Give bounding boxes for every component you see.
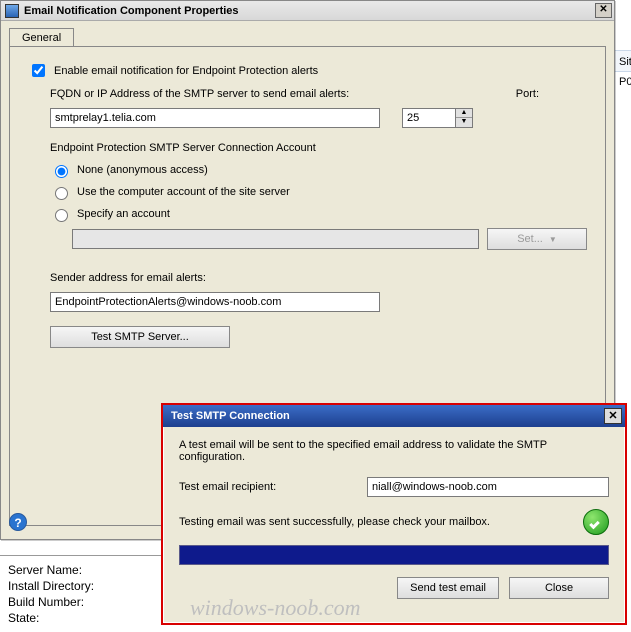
fqdn-input[interactable] xyxy=(50,108,380,128)
window-title: Email Notification Component Properties xyxy=(24,5,595,17)
chevron-down-icon[interactable]: ▼ xyxy=(456,118,472,127)
port-input[interactable] xyxy=(402,108,456,128)
close-icon[interactable]: ✕ xyxy=(595,3,612,18)
fqdn-label: FQDN or IP Address of the SMTP server to… xyxy=(50,88,349,100)
chevron-down-icon: ▼ xyxy=(549,235,557,244)
set-button-label: Set... xyxy=(517,233,543,245)
titlebar: Email Notification Component Properties … xyxy=(1,1,614,21)
sender-input[interactable] xyxy=(50,292,380,312)
account-input xyxy=(72,229,479,249)
recipient-input[interactable] xyxy=(367,477,609,497)
status-text: Testing email was sent successfully, ple… xyxy=(179,516,490,528)
radio-none-label: None (anonymous access) xyxy=(77,164,208,176)
test-dialog-message: A test email will be sent to the specifi… xyxy=(179,439,609,463)
progress-bar xyxy=(179,545,609,565)
app-icon xyxy=(5,4,19,18)
recipient-label: Test email recipient: xyxy=(179,481,359,493)
success-icon xyxy=(583,509,609,535)
test-dialog-titlebar: Test SMTP Connection ✕ xyxy=(163,405,625,427)
enable-email-label: Enable email notification for Endpoint P… xyxy=(54,65,318,77)
close-button[interactable]: Close xyxy=(509,577,609,599)
close-icon[interactable]: ✕ xyxy=(604,408,622,424)
test-smtp-dialog: Test SMTP Connection ✕ A test email will… xyxy=(161,403,627,625)
help-icon[interactable]: ? xyxy=(9,513,27,531)
radio-none[interactable] xyxy=(55,165,68,178)
chevron-up-icon[interactable]: ▲ xyxy=(456,109,472,118)
radio-computer-label: Use the computer account of the site ser… xyxy=(77,186,290,198)
connection-account-heading: Endpoint Protection SMTP Server Connecti… xyxy=(50,142,316,154)
radio-specify-account[interactable] xyxy=(55,209,68,222)
test-smtp-button[interactable]: Test SMTP Server... xyxy=(50,326,230,348)
send-test-email-button[interactable]: Send test email xyxy=(397,577,499,599)
sender-label: Sender address for email alerts: xyxy=(50,272,206,284)
enable-email-checkbox[interactable] xyxy=(32,64,45,77)
radio-computer-account[interactable] xyxy=(55,187,68,200)
port-spinner[interactable]: ▲ ▼ xyxy=(456,108,473,128)
background-grid: Site Code P01 xyxy=(615,50,631,130)
test-dialog-title: Test SMTP Connection xyxy=(171,410,604,422)
set-account-button: Set... ▼ xyxy=(487,228,587,250)
radio-specify-label: Specify an account xyxy=(77,208,170,220)
grid-header-sitecode[interactable]: Site Code xyxy=(615,50,631,72)
grid-cell-sitecode[interactable]: P01 xyxy=(615,72,631,92)
port-label: Port: xyxy=(516,88,539,100)
tabstrip: General xyxy=(9,27,606,46)
tab-general[interactable]: General xyxy=(9,28,74,47)
